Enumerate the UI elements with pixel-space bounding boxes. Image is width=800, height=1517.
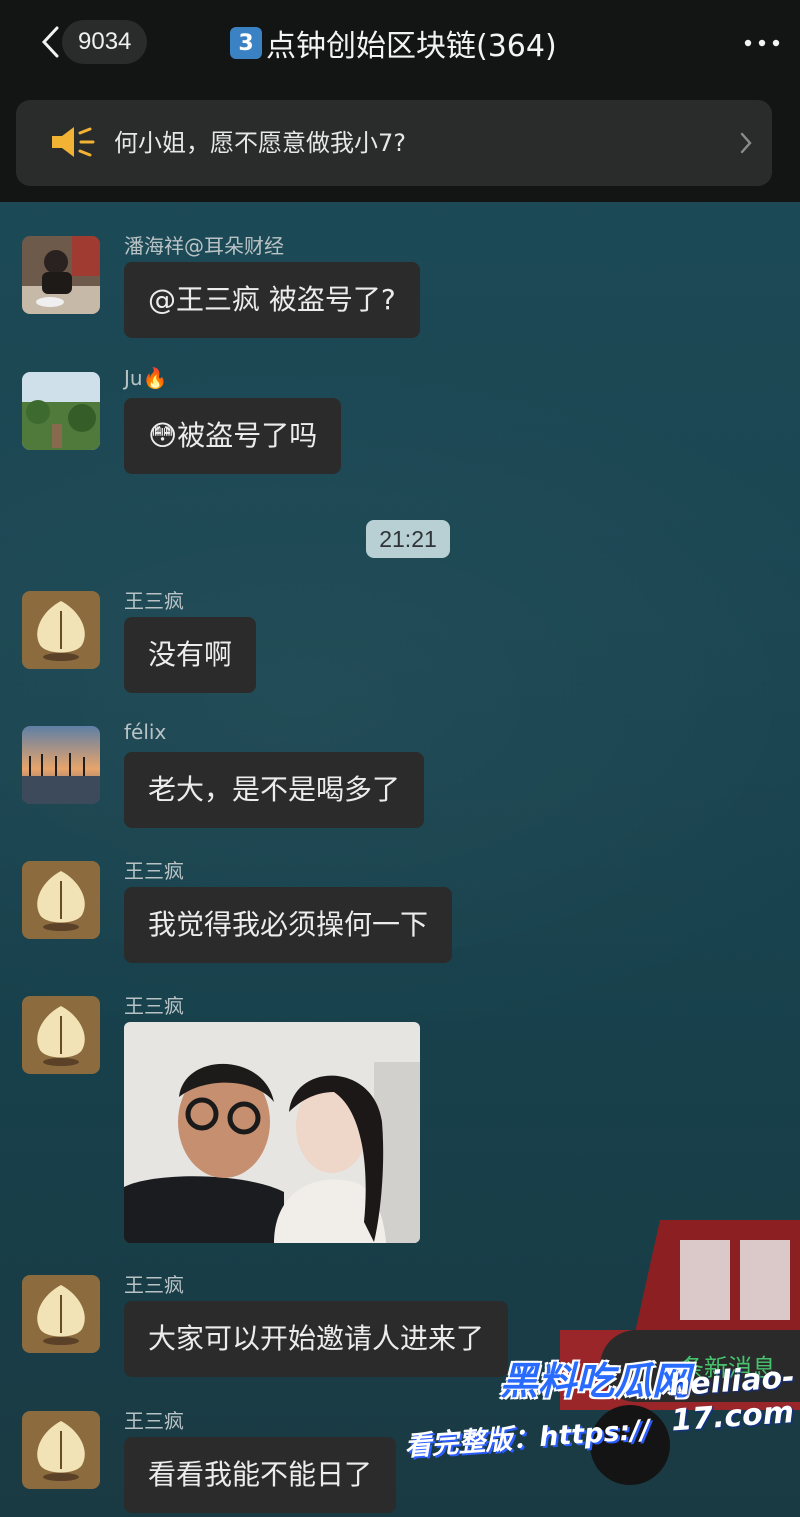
notice-bar-container: 何小姐，愿不愿意做我小7? (0, 92, 800, 202)
leaf-avatar-icon (22, 996, 100, 1074)
leaf-avatar-icon (22, 1275, 100, 1353)
message-bubble[interactable]: 看看我能不能日了 (124, 1437, 397, 1513)
selfie-photo-icon (124, 1022, 420, 1243)
announcement-text: 何小姐，愿不愿意做我小7? (114, 129, 407, 157)
sender-name: 王三疯 (124, 589, 184, 613)
more-dots-icon (744, 39, 780, 47)
avatar[interactable] (22, 861, 100, 939)
message-bubble[interactable]: 没有啊 (124, 617, 257, 693)
avatar[interactable] (22, 591, 100, 669)
sender-name: 王三疯 (124, 859, 184, 883)
avatar[interactable] (22, 726, 100, 804)
leaf-avatar-icon (22, 1411, 100, 1489)
avatar[interactable] (22, 236, 100, 314)
avatar-photo-icon (22, 236, 100, 314)
message-bubble[interactable]: 大家可以开始邀请人进来了 (124, 1301, 509, 1377)
avatar[interactable] (22, 1275, 100, 1353)
group-announcement[interactable]: 何小姐，愿不愿意做我小7? (16, 100, 772, 186)
avatar[interactable] (22, 372, 100, 450)
unread-count-badge[interactable]: 9034 (62, 20, 148, 64)
avatar-photo-icon (22, 372, 100, 450)
title-number-badge: 3 (230, 27, 262, 59)
speaker-icon (52, 127, 95, 157)
new-messages-button[interactable]: 条新消息 (600, 1330, 800, 1402)
chat-header: 9034 3 点钟创始区块链(364) (0, 0, 800, 92)
sender-name: 王三疯 (124, 1273, 184, 1297)
new-messages-label: 条新消息 (680, 1354, 776, 1382)
leaf-avatar-icon (22, 861, 100, 939)
avatar[interactable] (22, 996, 100, 1074)
sender-name: Ju🔥 (124, 366, 168, 390)
timestamp: 21:21 (366, 520, 450, 558)
message-bubble[interactable]: 我觉得我必须操何一下 (124, 887, 453, 963)
message-bubble[interactable]: @王三疯 被盗号了? (124, 262, 420, 338)
sender-name: félix (124, 720, 167, 744)
leaf-avatar-icon (22, 591, 100, 669)
avatar[interactable] (22, 1411, 100, 1489)
sender-name: 王三疯 (124, 1409, 184, 1433)
sunset-avatar-icon (22, 726, 100, 804)
chevron-right-icon (740, 132, 752, 154)
watermark-tagline: 看完整版：https:// (403, 1414, 651, 1463)
photo-message[interactable] (124, 1022, 420, 1243)
message-bubble[interactable]: 😳被盗号了吗 (124, 398, 342, 474)
message-bubble[interactable]: 老大，是不是喝多了 (124, 752, 425, 828)
sender-name: 潘海祥@耳朵财经 (124, 234, 284, 258)
sender-name: 王三疯 (124, 994, 184, 1018)
more-options-button[interactable] (738, 28, 786, 58)
group-name: 点钟创始区块链(364) (266, 29, 557, 64)
chevron-left-icon (41, 26, 59, 58)
page-title[interactable]: 3 点钟创始区块链(364) (230, 20, 557, 66)
